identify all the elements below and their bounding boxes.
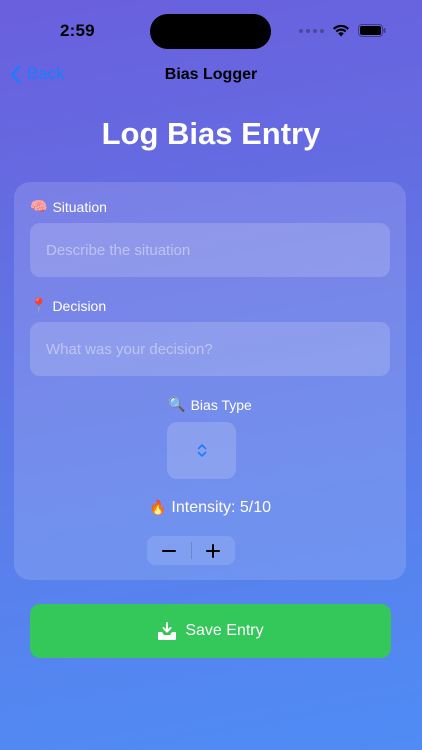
navigation-bar: Back Bias Logger xyxy=(0,58,422,94)
status-time: 2:59 xyxy=(60,21,95,40)
dynamic-island xyxy=(150,14,271,49)
bias-type-picker[interactable] xyxy=(167,422,236,479)
increment-button[interactable] xyxy=(191,536,235,565)
chevron-up-down-icon xyxy=(197,444,206,457)
save-entry-label: Save Entry xyxy=(185,622,264,639)
signal-icon xyxy=(299,28,324,33)
fire-icon: 🔥 xyxy=(148,500,167,516)
pin-icon: 📍 xyxy=(30,298,48,314)
minus-icon xyxy=(161,549,176,552)
tray-download-icon xyxy=(158,621,177,640)
decision-label: 📍 Decision xyxy=(30,298,106,314)
bias-type-label-text: Bias Type xyxy=(190,397,252,413)
status-icons xyxy=(299,24,386,37)
plus-icon xyxy=(206,543,221,558)
intensity-stepper xyxy=(147,536,235,565)
wifi-icon xyxy=(333,24,349,37)
magnifier-icon: 🔍 xyxy=(168,397,186,413)
situation-input[interactable] xyxy=(30,223,390,277)
page-title: Log Bias Entry xyxy=(101,116,321,151)
bias-type-label: 🔍 Bias Type xyxy=(14,397,406,413)
intensity-label: 🔥 Intensity: 5/10 xyxy=(14,499,406,517)
situation-label-text: Situation xyxy=(52,199,107,215)
situation-label: 🧠 Situation xyxy=(30,199,107,215)
decision-label-text: Decision xyxy=(52,298,107,314)
bias-entry-form: 🧠 Situation 📍 Decision 🔍 Bias Type 🔥 Int… xyxy=(14,182,406,580)
decision-input[interactable] xyxy=(30,322,390,376)
nav-title: Bias Logger xyxy=(164,66,258,83)
save-entry-button[interactable]: Save Entry xyxy=(30,604,391,658)
battery-icon xyxy=(358,24,386,37)
status-bar: 2:59 xyxy=(0,0,422,60)
brain-icon: 🧠 xyxy=(30,199,48,215)
decrement-button[interactable] xyxy=(147,536,191,565)
intensity-text: Intensity: 5/10 xyxy=(171,499,272,516)
